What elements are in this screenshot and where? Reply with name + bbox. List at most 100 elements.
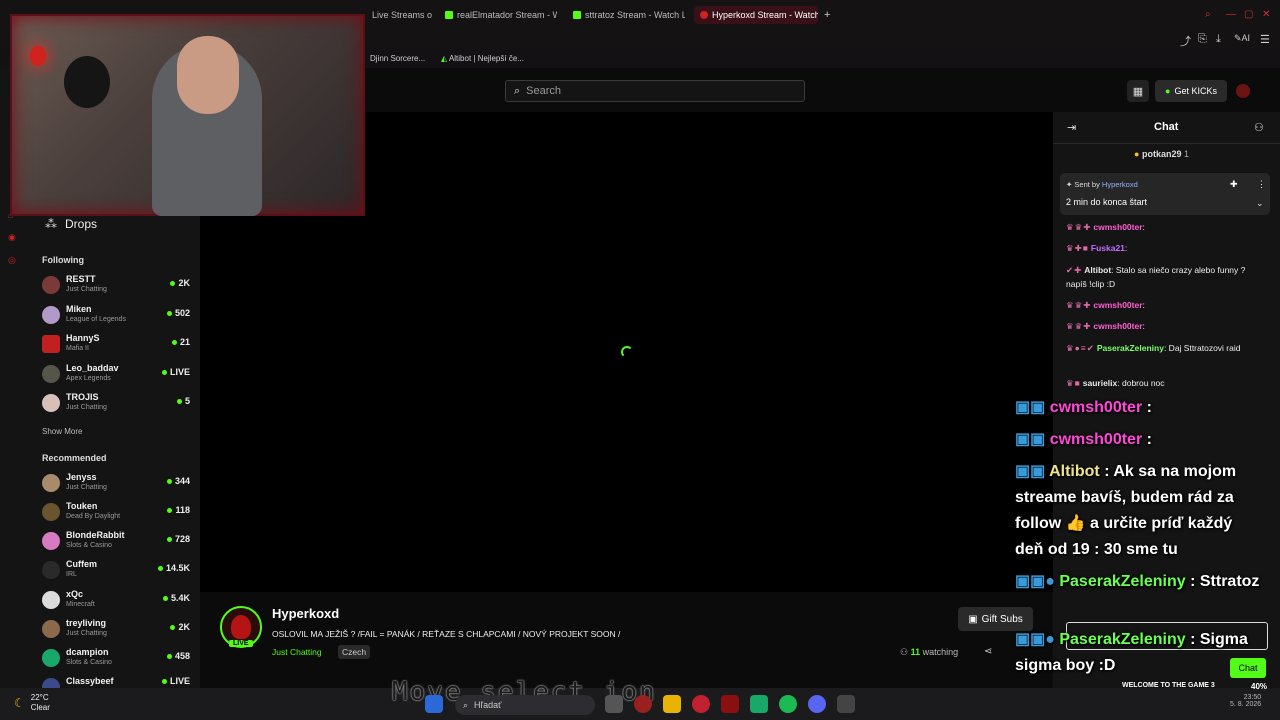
minimize-icon[interactable]: —: [1226, 9, 1236, 20]
game-icon[interactable]: [750, 695, 768, 713]
viewer-count: LIVE: [161, 676, 190, 686]
bookmark-djinn[interactable]: Djinn Sorcere...: [370, 54, 425, 63]
sidebar-item-blonderabbit[interactable]: BlondeRabbit Slots & Casino 728: [42, 530, 190, 556]
sidebar-item-leo-baddav[interactable]: Leo_baddav Apex Legends LIVE: [42, 363, 190, 389]
overlay-user: cwmsh00ter: [1049, 399, 1143, 416]
sidebar-item-trojis[interactable]: TROJIS Just Chatting 5: [42, 392, 190, 418]
obs-icon[interactable]: [721, 695, 739, 713]
browse-icon[interactable]: ◉: [8, 232, 24, 243]
overlay-chat-line: ▣▣ cwmsh00ter :: [1015, 427, 1265, 453]
user-avatar[interactable]: [1236, 84, 1250, 98]
unpin-icon[interactable]: ✚: [1230, 179, 1238, 190]
share-icon[interactable]: ⤴: [1180, 33, 1191, 49]
avatar: [42, 306, 60, 324]
discord-icon[interactable]: [808, 695, 826, 713]
overlay-chat-line: ▣▣ Altibot : Ak sa na mojom streame baví…: [1015, 459, 1265, 563]
taskbar-search[interactable]: ⌕ Hľadať: [455, 695, 595, 715]
tab-live-streams[interactable]: Live Streams o: [372, 6, 432, 24]
task-view-icon[interactable]: [605, 695, 623, 713]
language-tag[interactable]: Czech: [338, 645, 371, 659]
viewer-count: 21: [171, 337, 190, 347]
ai-button[interactable]: ✎AI: [1234, 33, 1250, 44]
sidebar-item-classybeef[interactable]: Classybeef LIVE: [42, 676, 190, 688]
chat-message: ♛●≡✔ PaserakZeleniny: Daj Sttratozovi rai…: [1066, 341, 1266, 355]
channel-category: Apex Legends: [66, 375, 111, 382]
microphone-icon: [64, 56, 110, 108]
share-icon[interactable]: ⋖: [984, 646, 992, 657]
following-icon[interactable]: ◎: [8, 255, 24, 266]
sidebar-item-touken[interactable]: Touken Dead By Daylight 118: [42, 501, 190, 527]
chat-message: ♛♛✚ cwmsh00ter:: [1066, 220, 1266, 234]
maps-icon[interactable]: [692, 695, 710, 713]
menu-icon[interactable]: ☰: [1260, 33, 1270, 46]
chevron-down-icon[interactable]: ⌄: [1256, 198, 1264, 209]
channel-name[interactable]: Hyperkoxd: [272, 606, 339, 621]
chat-user[interactable]: Altibot: [1084, 265, 1111, 275]
extensions-icon[interactable]: ⎘: [1198, 33, 1207, 46]
chat-user[interactable]: saurielix: [1083, 378, 1118, 388]
viewer-count: ⚇ 11 watching: [900, 647, 958, 658]
sidebar-item-jenyss[interactable]: Jenyss Just Chatting 344: [42, 472, 190, 498]
collapse-chat-icon[interactable]: ⇥: [1067, 121, 1076, 134]
chat-user[interactable]: cwmsh00ter: [1093, 300, 1142, 310]
sidebar-item-cuffem[interactable]: Cuffem IRL 14.5K: [42, 559, 190, 585]
weather-widget[interactable]: ☾ 22°C Clear: [14, 693, 50, 713]
search-icon: ⌕: [514, 84, 521, 97]
get-kicks-button[interactable]: ● Get KICKs: [1155, 80, 1227, 102]
badges-icon: ▣▣: [1015, 431, 1050, 448]
sidebar-item-restt[interactable]: RESTT Just Chatting 2K: [42, 274, 190, 300]
avatar: [42, 365, 60, 383]
new-tab-button[interactable]: +: [824, 6, 836, 24]
app-icon[interactable]: [837, 695, 855, 713]
search-tabs-icon[interactable]: ⌕: [1205, 9, 1211, 20]
chat-title: Chat: [1154, 121, 1179, 133]
sidebar-item-xqc[interactable]: xQc Minecraft 5.4K: [42, 589, 190, 615]
channel-name: BlondeRabbit: [66, 530, 125, 540]
viewer-count-value: 14.5K: [165, 563, 190, 573]
sidebar-item-treyliving[interactable]: treyliving Just Chatting 2K: [42, 618, 190, 644]
tab-hyperkoxd[interactable]: Hyperkoxd Stream - Watch: [694, 6, 818, 24]
lamp-icon: [30, 46, 46, 66]
channel-name: Miken: [66, 304, 92, 314]
file-explorer-icon[interactable]: [663, 695, 681, 713]
spotify-icon[interactable]: [779, 695, 797, 713]
search-input[interactable]: ⌕ Search: [505, 80, 805, 102]
tab-label: sttratoz Stream - Watch Li: [585, 10, 685, 20]
clock[interactable]: 23:50 5. 8. 2026: [1230, 694, 1261, 708]
chat-send-button[interactable]: Chat: [1230, 658, 1266, 678]
overlay-chat-line: ▣▣ cwmsh00ter :: [1015, 395, 1265, 421]
drops-label: Drops: [65, 217, 98, 231]
users-icon[interactable]: ⚇: [1254, 121, 1264, 134]
drops-link[interactable]: ⁂ Drops: [45, 217, 97, 231]
show-more-link[interactable]: Show More: [42, 427, 82, 436]
bookmark-altibot[interactable]: ◭ Altibot | Nejlepší če...: [441, 54, 524, 63]
close-icon[interactable]: ✕: [1262, 9, 1270, 20]
chat-user[interactable]: PaserakZeleniny: [1097, 343, 1164, 353]
sidebar-item-hannys[interactable]: HannyS Mafia II 21: [42, 333, 190, 359]
maximize-icon[interactable]: ▢: [1244, 9, 1253, 20]
channel-name: RESTT: [66, 274, 96, 284]
viewer-count-value: 344: [174, 476, 190, 486]
chat-user[interactable]: cwmsh00ter: [1093, 222, 1142, 232]
chat-text: :: [1124, 243, 1128, 253]
download-icon[interactable]: ⤓: [1216, 33, 1221, 46]
tab-realelmatador[interactable]: realElmatador Stream - W: [445, 6, 557, 24]
sidebar-item-miken[interactable]: Miken League of Legends 502: [42, 304, 190, 330]
chat-user[interactable]: cwmsh00ter: [1093, 321, 1142, 331]
channel-category: Just Chatting: [66, 404, 107, 411]
layout-icon[interactable]: ▦: [1127, 80, 1149, 102]
tab-label: Hyperkoxd Stream - Watch: [712, 10, 818, 20]
live-dot-icon: [166, 478, 172, 484]
loading-spinner-icon: [621, 346, 633, 358]
sidebar-item-dcampion[interactable]: dcampion Slots & Casino 458: [42, 647, 190, 673]
more-options-icon[interactable]: ⋮: [1257, 179, 1266, 190]
get-kicks-label: Get KICKs: [1174, 86, 1217, 96]
taskbar-search-label: Hľadať: [474, 700, 502, 710]
tab-sttratoz[interactable]: sttratoz Stream - Watch Li: [573, 6, 685, 24]
channel-category: Just Chatting: [66, 286, 107, 293]
start-icon[interactable]: [425, 695, 443, 713]
stream-category-link[interactable]: Just Chatting: [272, 647, 322, 657]
chat-user[interactable]: Fuska21: [1091, 243, 1125, 253]
live-dot-icon: [161, 369, 167, 375]
browser-icon[interactable]: [634, 695, 652, 713]
